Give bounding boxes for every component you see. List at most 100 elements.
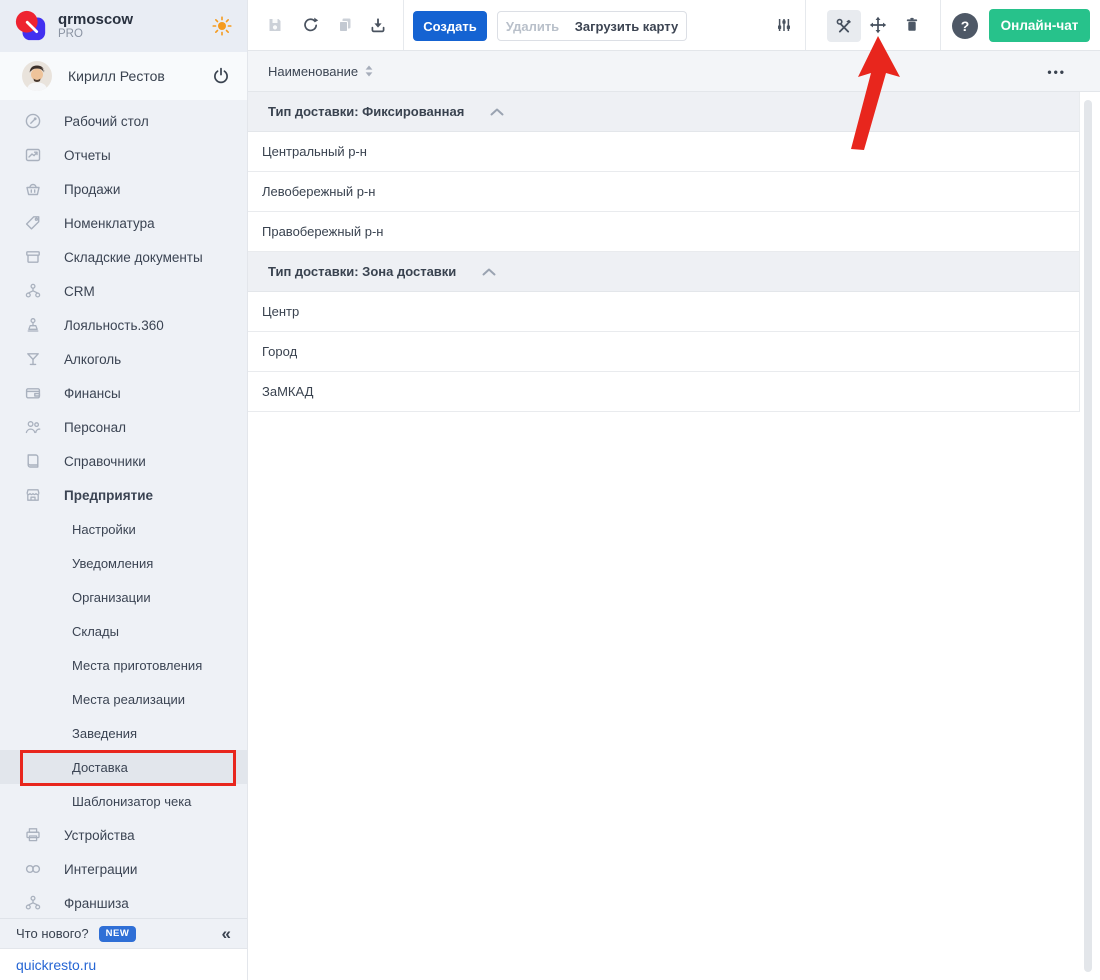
table-row[interactable]: Левобережный р-н [248,172,1080,212]
book-icon [27,454,39,468]
theme-sun-icon[interactable] [211,15,233,37]
filter-sliders-icon[interactable] [775,16,793,34]
delete-button[interactable]: Удалить [497,11,568,41]
column-header-name[interactable]: Наименование [268,64,373,79]
sidebar-item-loyalty[interactable]: Лояльность.360 [0,308,247,342]
sidebar-item-reports[interactable]: Отчеты [0,138,247,172]
sidebar-item-label: Номенклатура [64,215,155,231]
sidebar-item-franchise[interactable]: Франшиза [0,886,247,920]
refresh-icon[interactable] [301,16,319,34]
storefront-icon [26,489,40,501]
sidebar-item-integrations[interactable]: Интеграции [0,852,247,886]
sidebar-item-label: Складские документы [64,249,203,265]
sidebar-subitem-venues[interactable]: Заведения [0,716,247,750]
sales-basket-icon [26,183,40,196]
sidebar-item-label: Интеграции [64,861,138,877]
new-badge: NEW [98,925,137,942]
download-icon[interactable] [369,16,387,34]
table-row[interactable]: Центр [248,292,1080,332]
sidebar-item-label: Франшиза [64,895,129,911]
collapse-sidebar-icon[interactable]: « [222,924,231,944]
save-icon[interactable] [266,16,284,34]
avatar [22,61,52,91]
sidebar-item-label: Продажи [64,181,121,197]
sidebar-subitem-settings[interactable]: Настройки [0,512,247,546]
sidebar-subitem-warehouses[interactable]: Склады [0,614,247,648]
brand-row: qrmoscow PRO [0,0,247,52]
sidebar-item-personnel[interactable]: Персонал [0,410,247,444]
martini-glass-icon [27,353,39,366]
table-row[interactable]: Центральный р-н [248,132,1080,172]
load-map-button[interactable]: Загрузить карту [567,11,687,41]
vertical-scrollbar[interactable] [1084,100,1092,972]
sidebar-item-label: Финансы [64,385,121,401]
franchise-network-icon [25,895,41,910]
trash-icon[interactable] [903,16,921,34]
sidebar-item-devices[interactable]: Устройства [0,818,247,852]
reports-icon [25,148,41,162]
sidebar-subitem-organizations[interactable]: Организации [0,580,247,614]
create-button[interactable]: Создать [413,11,487,41]
group-header-zone[interactable]: Тип доставки: Зона доставки [248,252,1080,292]
table-row[interactable]: ЗаМКАД [248,372,1080,412]
sidebar-item-label: CRM [64,283,95,299]
table-options-ellipsis[interactable]: ••• [1047,51,1066,92]
sidebar-item-directories[interactable]: Справочники [0,444,247,478]
move-icon[interactable] [869,16,887,34]
user-row[interactable]: Кирилл Рестов [0,52,247,100]
printer-icon [26,828,40,842]
help-button[interactable]: ? [952,13,978,39]
table-body: Тип доставки: Фиксированная Центральный … [248,92,1080,412]
app-window: qrmoscow PRO Кирилл Рестов Рабочий стол … [0,0,1100,980]
sidebar-item-enterprise[interactable]: Предприятие [0,478,247,512]
sidebar-item-alcohol[interactable]: Алкоголь [0,342,247,376]
sidebar: qrmoscow PRO Кирилл Рестов Рабочий стол … [0,0,248,980]
user-name: Кирилл Рестов [68,68,165,84]
tools-icon [836,18,851,33]
sort-icon [365,65,373,77]
sidebar-item-crm[interactable]: CRM [0,274,247,308]
toolbar-divider [805,0,806,50]
sidebar-item-warehouse-docs[interactable]: Складские документы [0,240,247,274]
linked-rings-icon [25,864,41,873]
tools-button[interactable] [827,10,861,42]
sidebar-item-label: Устройства [64,827,135,843]
sidebar-item-label: Алкоголь [64,351,122,367]
loyalty-icon [27,318,39,332]
copy-icon[interactable] [336,16,354,34]
brand-plan: PRO [58,28,83,40]
sidebar-item-label: Предприятие [64,487,154,503]
main-content: Наименование ••• Тип доставки: Фиксирова… [248,51,1100,980]
sidebar-subitem-prep-places[interactable]: Места приготовления [0,648,247,682]
table-row[interactable]: Правобережный р-н [248,212,1080,252]
crm-network-icon [25,283,41,298]
wallet-icon [25,388,41,399]
people-icon [25,421,41,434]
group-header-fixed[interactable]: Тип доставки: Фиксированная [248,92,1080,132]
site-row: quickresto.ru [0,948,247,980]
online-chat-button[interactable]: Онлайн-чат [989,9,1090,42]
sidebar-item-sales[interactable]: Продажи [0,172,247,206]
sidebar-item-label: Отчеты [64,147,111,163]
sidebar-subitem-sale-places[interactable]: Места реализации [0,682,247,716]
toolbar-divider [403,0,404,50]
tag-icon [25,216,40,230]
sidebar-item-nomenclature[interactable]: Номенклатура [0,206,247,240]
sidebar-item-finance[interactable]: Финансы [0,376,247,410]
quickresto-logo-icon [15,10,46,41]
sidebar-item-label: Лояльность.360 [64,317,164,333]
sidebar-item-label: Справочники [64,453,146,469]
table-row[interactable]: Город [248,332,1080,372]
sidebar-subitem-notifications[interactable]: Уведомления [0,546,247,580]
logout-power-icon[interactable] [211,66,231,86]
sidebar-item-label: Рабочий стол [64,113,149,129]
sidebar-item-desktop[interactable]: Рабочий стол [0,104,247,138]
quickresto-link[interactable]: quickresto.ru [16,957,96,973]
table-header: Наименование ••• [248,51,1100,92]
whats-new-row: Что нового? NEW « [0,918,247,948]
warehouse-box-icon [26,251,40,263]
sidebar-subitem-receipt-template[interactable]: Шаблонизатор чека [0,784,247,818]
sidebar-subitem-delivery[interactable]: Доставка [0,750,247,784]
whats-new-label[interactable]: Что нового? [16,926,89,941]
desktop-icon [25,113,41,129]
